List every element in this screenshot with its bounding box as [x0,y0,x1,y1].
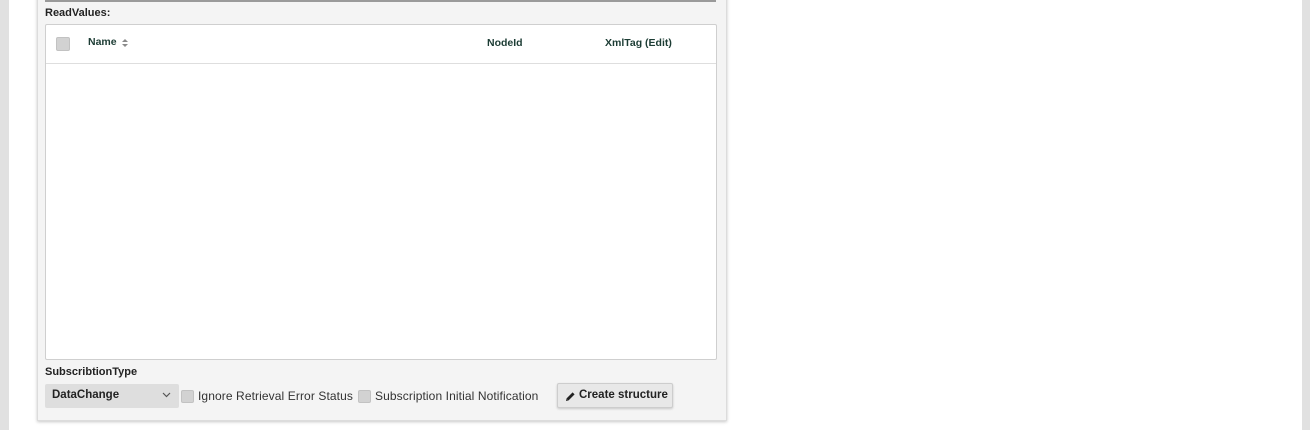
initial-notification-label[interactable]: Subscription Initial Notification [375,389,538,403]
right-page-gutter [1302,0,1310,430]
read-values-label: ReadValues: [45,7,111,19]
sort-icon[interactable] [121,38,129,48]
chevron-down-icon [162,392,171,398]
create-structure-label: Create structure [579,389,668,401]
subscription-type-select[interactable]: DataChange [45,384,179,408]
initial-notification-checkbox[interactable] [358,390,371,403]
ignore-retrieval-error-checkbox[interactable] [181,390,194,403]
table-body-empty [46,64,716,359]
select-all-checkbox[interactable] [56,37,70,51]
left-page-gutter [0,0,9,430]
panel-top-divider [45,0,716,2]
subscription-type-label: SubscribtionType [45,366,138,378]
column-header-nodeid: NodeId [487,37,523,49]
subscription-type-value: DataChange [52,389,120,401]
read-values-table: Name NodeId XmlTag (Edit) [45,24,717,360]
pencil-icon [566,392,575,401]
create-structure-button[interactable]: Create structure [557,383,673,408]
page-content: ReadValues: Name NodeId XmlTag (Edit) Su… [9,0,1302,430]
column-header-name[interactable]: Name [88,36,117,48]
column-header-xmltag: XmlTag (Edit) [605,37,672,49]
table-header: Name NodeId XmlTag (Edit) [46,25,716,64]
ignore-retrieval-error-label[interactable]: Ignore Retrieval Error Status [198,389,353,403]
